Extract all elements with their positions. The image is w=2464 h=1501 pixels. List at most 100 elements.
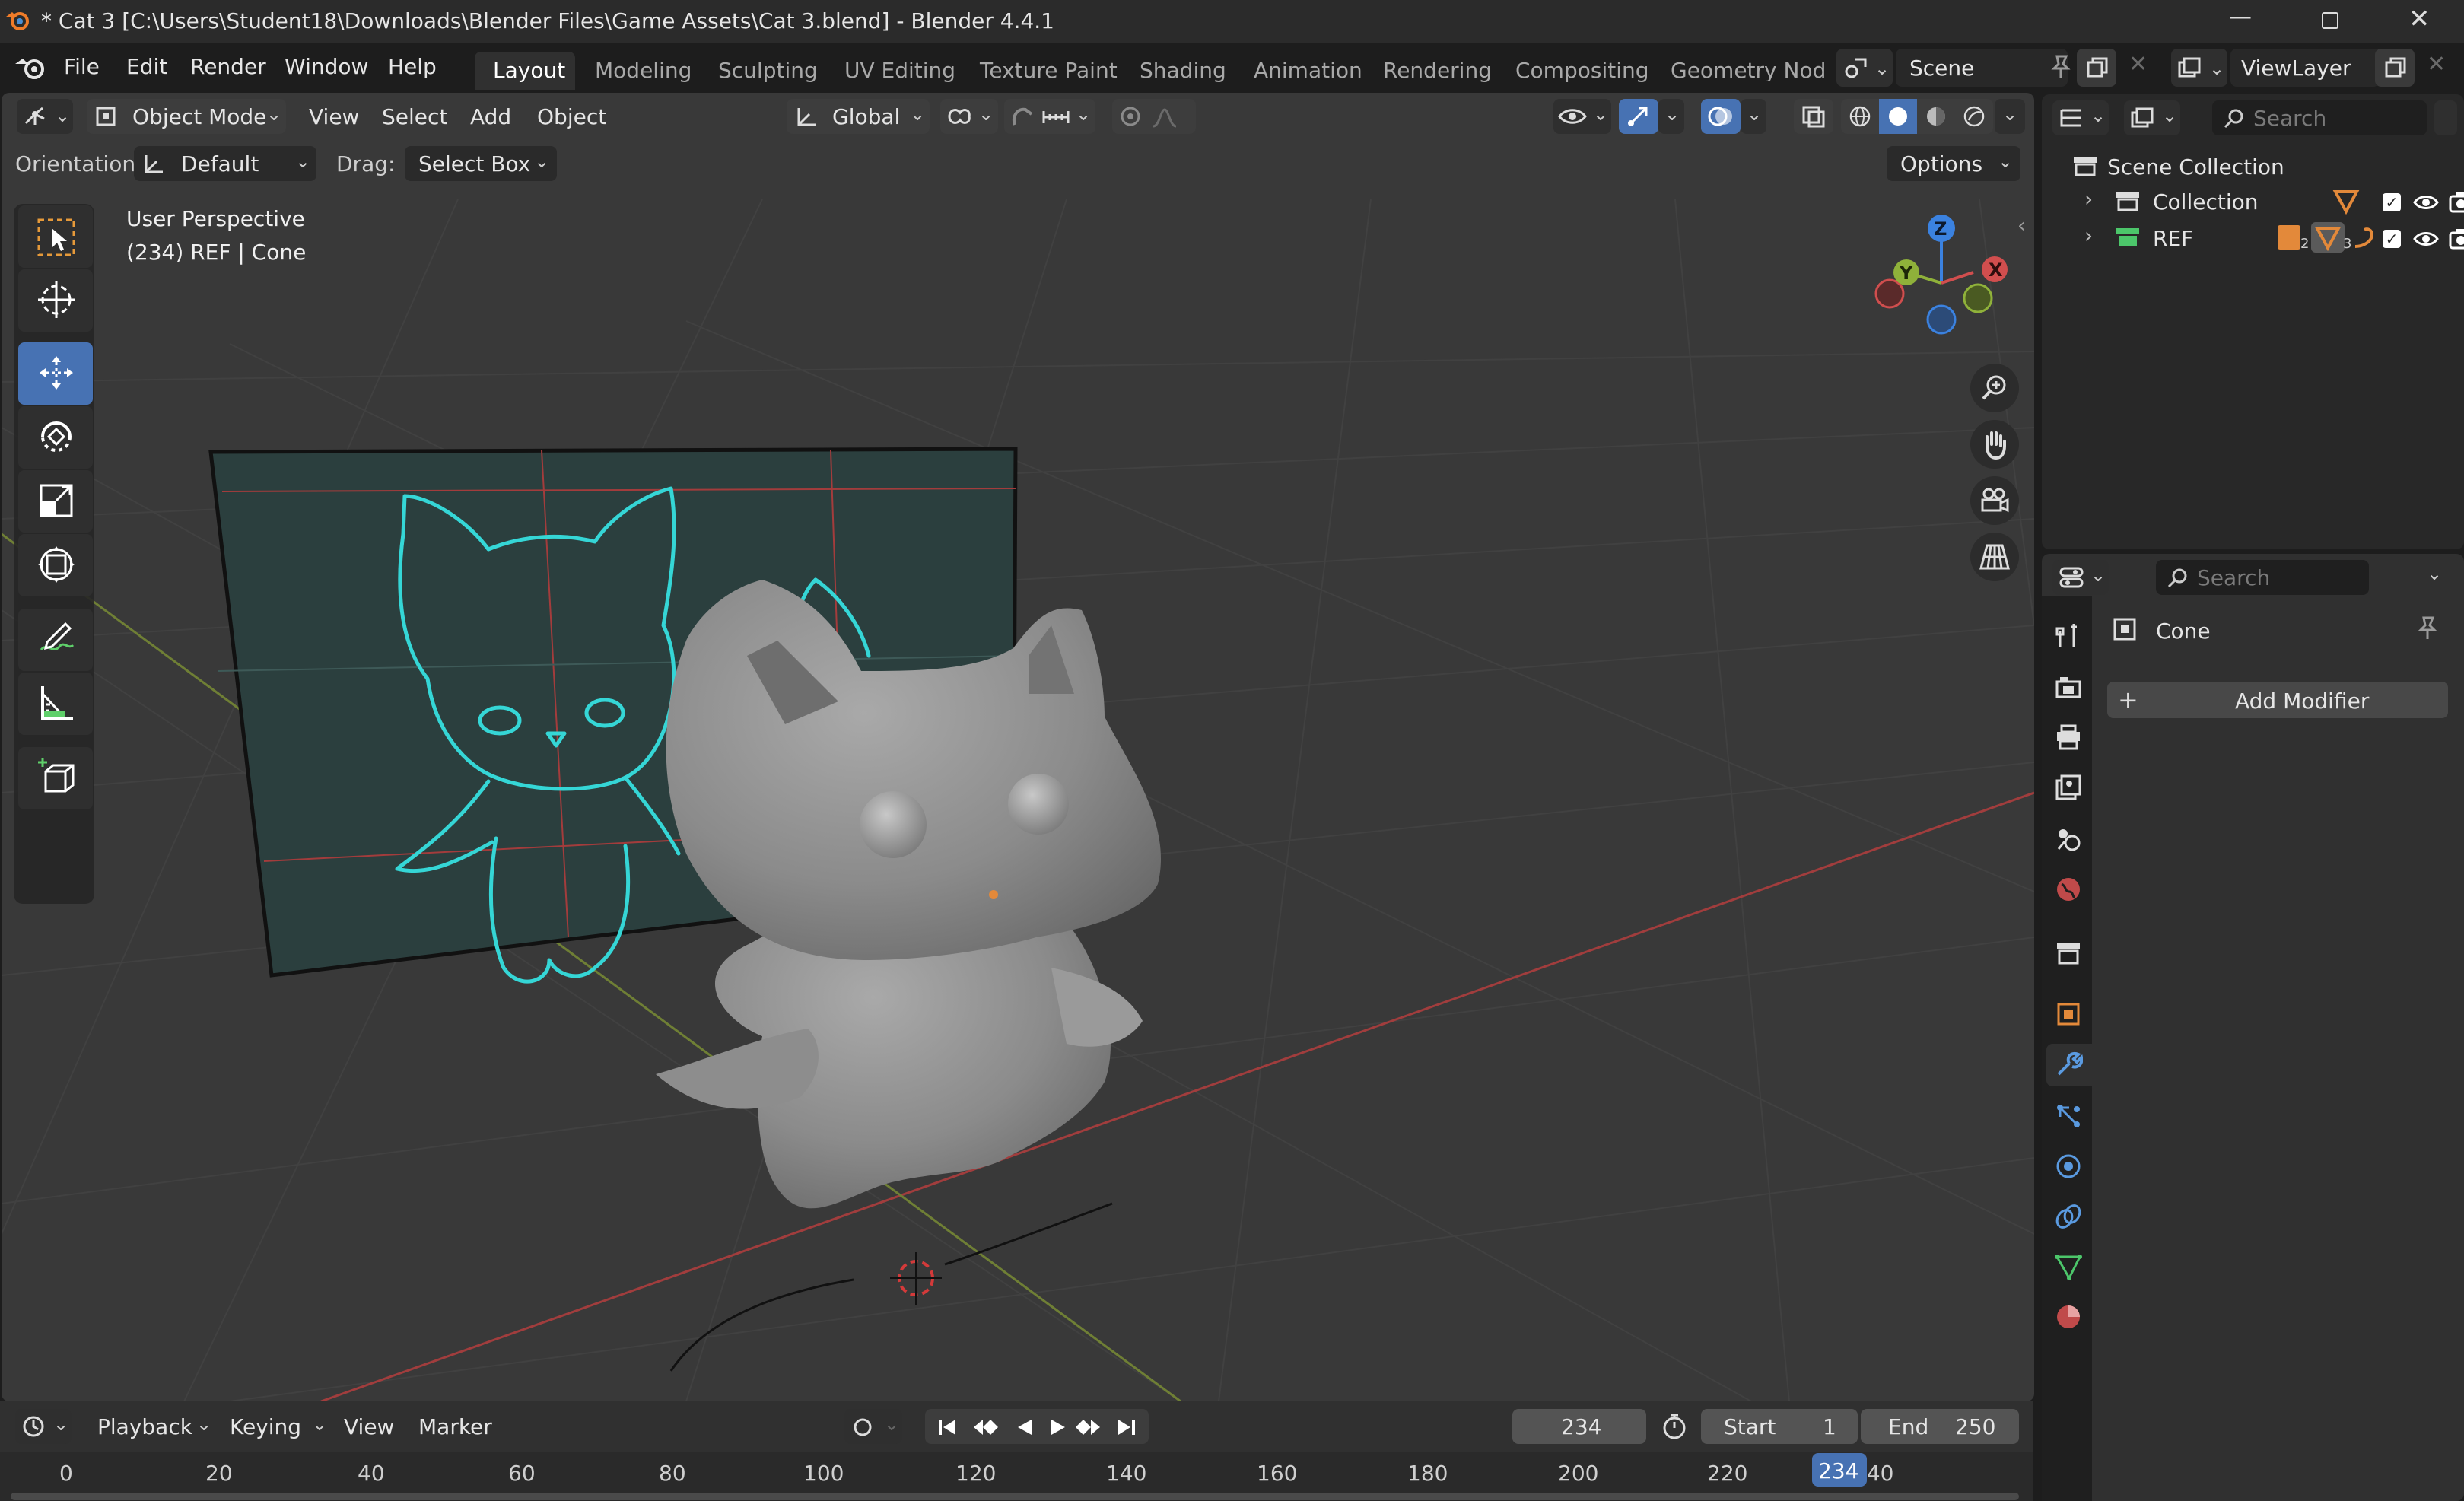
tab-sculpting[interactable]: Sculpting	[718, 60, 818, 81]
editor-type-button[interactable]: ⌄	[17, 99, 73, 134]
wireframe-shading-button[interactable]	[1841, 99, 1879, 134]
menu-file[interactable]: File	[64, 56, 100, 78]
eye-icon[interactable]	[2413, 230, 2439, 248]
tab-geometry-nodes[interactable]: Geometry Nodes	[1671, 60, 1824, 81]
timeline-editor-type[interactable]: ⌄	[15, 1409, 72, 1444]
outliner-row-scene-collection[interactable]: Scene Collection	[2072, 149, 2453, 183]
physics-tab-icon[interactable]	[2054, 1152, 2083, 1181]
delete-scene-icon[interactable]: ✕	[2129, 53, 2148, 76]
minimize-button[interactable]: —	[2229, 6, 2252, 29]
3d-viewport[interactable]: User Perspective (234) REF | Cone Z Y X	[2, 93, 2034, 1401]
material-shading-button[interactable]	[1917, 99, 1955, 134]
move-tool[interactable]	[18, 342, 93, 405]
camera-view-button[interactable]	[1970, 476, 2019, 525]
view-layer-field[interactable]: ViewLayer	[2230, 49, 2380, 87]
zoom-button[interactable]	[1970, 364, 2019, 412]
pin-icon[interactable]	[2416, 615, 2439, 642]
display-mode-dropdown[interactable]: ⌄	[2124, 100, 2180, 135]
output-tab-icon[interactable]	[2054, 723, 2083, 752]
menu-view[interactable]: View	[309, 107, 359, 128]
gizmo-dropdown[interactable]: ⌄	[1658, 99, 1684, 134]
auto-keying-toggle[interactable]: ⌄	[844, 1409, 902, 1444]
proportional-edit-toggle[interactable]	[1112, 99, 1196, 134]
stopwatch-icon[interactable]	[1661, 1412, 1687, 1441]
restore-button[interactable]	[2322, 12, 2338, 29]
render-tab-icon[interactable]	[2054, 673, 2083, 701]
camera-render-icon[interactable]	[2448, 227, 2464, 251]
start-frame-field[interactable]: Start 1	[1701, 1409, 1858, 1444]
play-icon[interactable]	[1048, 1417, 1070, 1438]
world-tab-icon[interactable]	[2054, 875, 2083, 904]
eye-icon[interactable]	[2413, 193, 2439, 211]
rotate-tool[interactable]	[18, 406, 93, 469]
transform-orientation-dropdown[interactable]: Global ⌄	[787, 99, 930, 134]
scene-tab-icon[interactable]	[2054, 825, 2083, 854]
outliner-editor-type[interactable]: ⌄	[2052, 100, 2109, 135]
measure-tool[interactable]	[18, 673, 93, 735]
gizmo-toggle[interactable]	[1619, 99, 1658, 134]
pin-icon[interactable]	[2049, 53, 2072, 81]
collection-tab-icon[interactable]	[2054, 939, 2083, 968]
keying-menu[interactable]: Keying ⌄	[219, 1409, 333, 1444]
properties-search-field[interactable]: Search	[2156, 560, 2369, 595]
cursor-tool[interactable]	[18, 269, 93, 332]
blender-menu-icon[interactable]	[14, 55, 49, 81]
transform-tool[interactable]	[18, 534, 93, 596]
menu-object[interactable]: Object	[537, 107, 606, 128]
chevron-down-icon[interactable]: ⌄	[2427, 564, 2442, 583]
menu-render[interactable]: Render	[190, 56, 266, 78]
exclude-checkbox[interactable]: ✓	[2383, 193, 2401, 211]
add-cube-tool[interactable]	[18, 747, 93, 809]
jump-keyframe-forward-icon[interactable]	[1076, 1417, 1102, 1438]
timeline-view-menu[interactable]: View	[344, 1417, 394, 1438]
scene-type-button[interactable]: ⌄	[1836, 49, 1893, 87]
snap-toggle[interactable]: ⌄	[1004, 99, 1095, 134]
current-frame-field[interactable]: 234	[1512, 1409, 1646, 1444]
view-layer-type-button[interactable]: ⌄	[2171, 49, 2227, 87]
tab-modeling[interactable]: Modeling	[595, 60, 692, 81]
tab-compositing[interactable]: Compositing	[1515, 60, 1649, 81]
tab-uv-editing[interactable]: UV Editing	[844, 60, 955, 81]
view-layer-tab-icon[interactable]	[2054, 773, 2083, 802]
timeline-scrollbar[interactable]	[11, 1493, 2019, 1500]
object-tab-icon[interactable]	[2054, 1000, 2083, 1029]
outliner-row-collection[interactable]: › Collection ✓	[2084, 184, 2464, 218]
drag-setting-dropdown[interactable]: Select Box ⌄	[405, 146, 557, 181]
expand-arrow-icon[interactable]: ›	[2084, 189, 2093, 210]
expand-arrow-icon[interactable]: ›	[2084, 225, 2093, 246]
delete-view-layer-icon[interactable]: ✕	[2427, 53, 2446, 76]
timeline-marker-menu[interactable]: Marker	[418, 1417, 492, 1438]
jump-end-icon[interactable]	[1115, 1417, 1138, 1438]
tab-rendering[interactable]: Rendering	[1383, 60, 1492, 81]
close-button[interactable]: ✕	[2408, 6, 2431, 32]
menu-window[interactable]: Window	[285, 56, 368, 78]
camera-render-icon[interactable]	[2448, 190, 2464, 215]
end-frame-field[interactable]: End 250	[1861, 1409, 2019, 1444]
shading-dropdown[interactable]: ⌄	[1995, 99, 2025, 134]
tab-layout[interactable]: Layout	[493, 60, 565, 81]
scene-name-field[interactable]: Scene	[1896, 49, 2068, 87]
exclude-checkbox[interactable]: ✓	[2383, 230, 2401, 248]
overlays-dropdown[interactable]: ⌄	[1741, 99, 1766, 134]
rendered-shading-button[interactable]	[1955, 99, 1993, 134]
filter-dropdown[interactable]	[2434, 100, 2457, 135]
new-scene-button[interactable]	[2077, 49, 2116, 87]
pivot-point-dropdown[interactable]: ⌄	[940, 99, 998, 134]
tool-tab-icon[interactable]	[2054, 621, 2083, 650]
select-box-tool[interactable]	[18, 205, 93, 268]
menu-add[interactable]: Add	[470, 107, 511, 128]
sidebar-toggle-icon[interactable]: ‹	[2017, 216, 2025, 236]
outliner-row-ref[interactable]: › REF 2 3 ✓	[2084, 221, 2464, 254]
playhead-marker[interactable]: 234	[1812, 1453, 1867, 1487]
overlays-toggle[interactable]	[1701, 99, 1741, 134]
add-modifier-button[interactable]: + Add Modifier	[2107, 682, 2448, 718]
scale-tool[interactable]	[18, 470, 93, 533]
jump-start-icon[interactable]	[936, 1417, 959, 1438]
play-reverse-icon[interactable]	[1013, 1417, 1035, 1438]
particles-tab-icon[interactable]	[2054, 1102, 2083, 1131]
tab-shading[interactable]: Shading	[1140, 60, 1226, 81]
modifiers-tab-icon[interactable]	[2054, 1050, 2083, 1079]
pan-button[interactable]	[1970, 420, 2019, 469]
xray-toggle[interactable]	[1794, 99, 1833, 134]
menu-select[interactable]: Select	[382, 107, 447, 128]
